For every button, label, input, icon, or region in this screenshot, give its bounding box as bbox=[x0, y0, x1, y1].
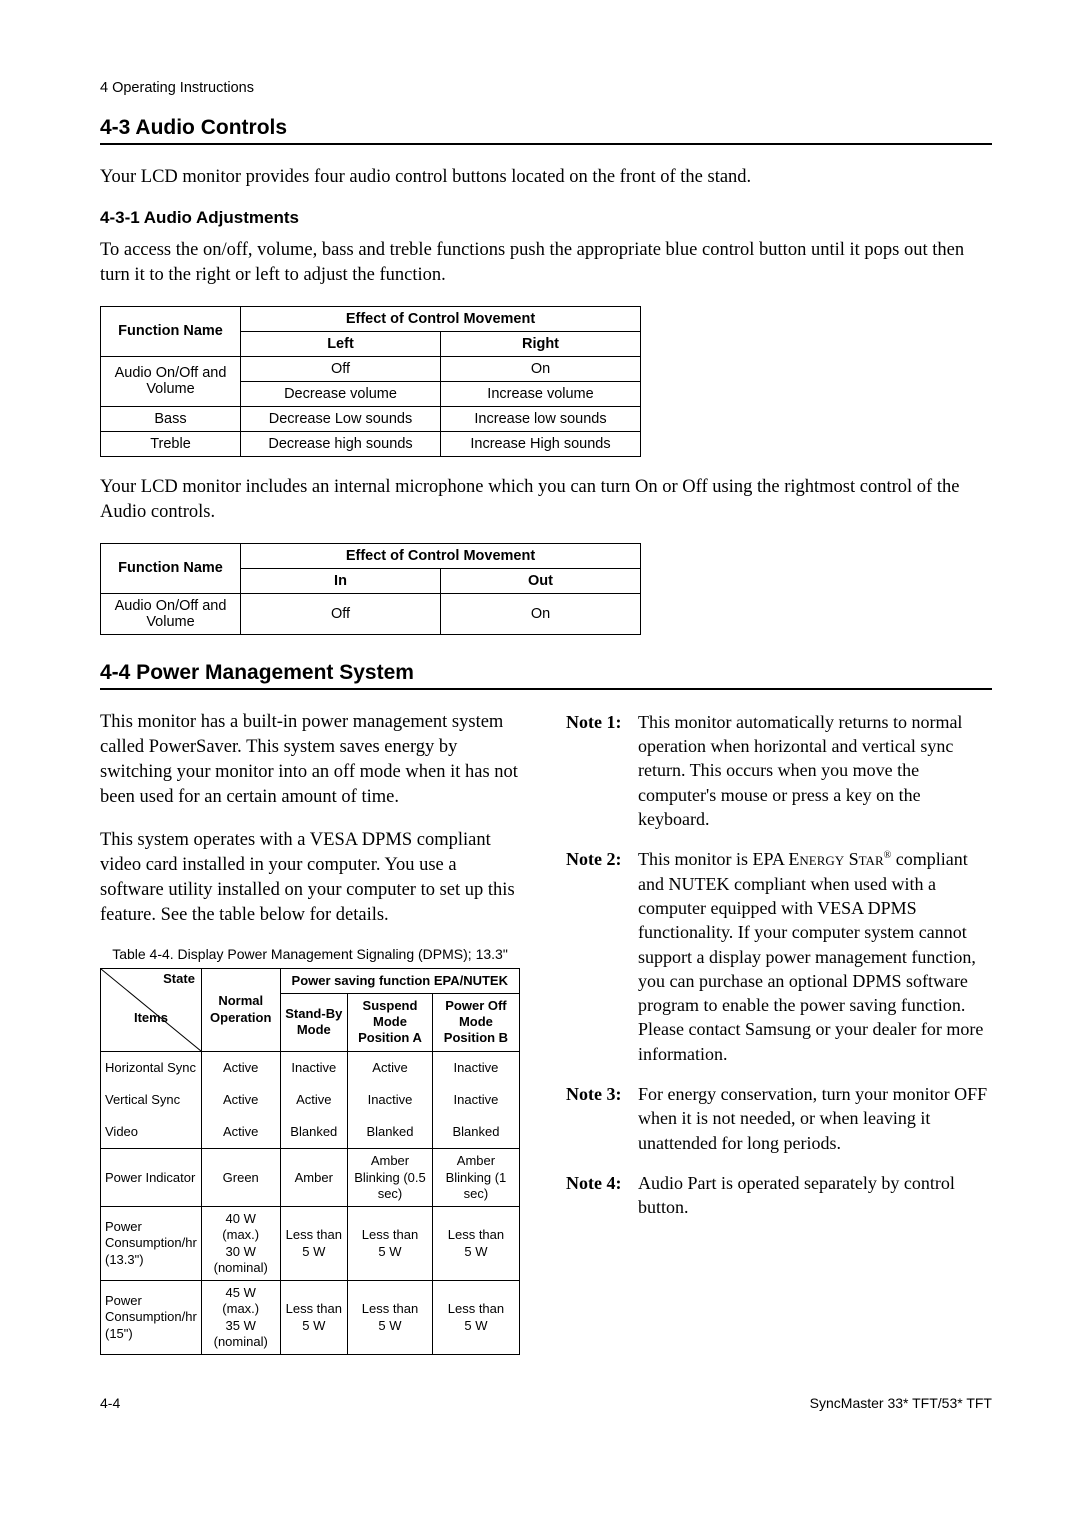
th-standby: Stand-By Mode bbox=[280, 993, 348, 1051]
dpms-cell: Blanked bbox=[280, 1116, 348, 1149]
running-header: 4 Operating Instructions bbox=[100, 80, 992, 96]
left-column: This monitor has a built-in power manage… bbox=[100, 710, 520, 1355]
footer-left: 4-4 bbox=[100, 1395, 120, 1411]
dpms-cell: Active bbox=[348, 1051, 433, 1084]
footer: 4-4 SyncMaster 33* TFT/53* TFT bbox=[100, 1395, 992, 1411]
dpms-cell: Less than5 W bbox=[348, 1207, 433, 1281]
th-function: Function Name bbox=[101, 543, 241, 593]
sec44-p1: This monitor has a built-in power manage… bbox=[100, 710, 520, 810]
dpms-table: State Items Normal Operation Power savin… bbox=[100, 968, 520, 1356]
page: 4 Operating Instructions 4-3 Audio Contr… bbox=[0, 0, 1080, 1528]
th-left: Left bbox=[241, 331, 441, 356]
audio-adjust-table: Function Name Effect of Control Movement… bbox=[100, 306, 641, 457]
dpms-item: Horizontal Sync bbox=[101, 1051, 202, 1084]
th-effect: Effect of Control Movement bbox=[241, 543, 641, 568]
note-text: This monitor automatically returns to no… bbox=[638, 710, 992, 831]
dpms-cell: Active bbox=[201, 1084, 280, 1116]
note-text: For energy conservation, turn your monit… bbox=[638, 1082, 992, 1155]
energy-star: Energy Star bbox=[788, 849, 883, 869]
cell-left: Decrease volume bbox=[241, 381, 441, 406]
note-text: Audio Part is operated separately by con… bbox=[638, 1171, 992, 1220]
dpms-cell: Blanked bbox=[348, 1116, 433, 1149]
footer-right: SyncMaster 33* TFT/53* TFT bbox=[810, 1395, 992, 1411]
dpms-cell: Less than5 W bbox=[280, 1207, 348, 1281]
dpms-cell: Inactive bbox=[348, 1084, 433, 1116]
cell-fn: Audio On/Off and Volume bbox=[101, 593, 241, 634]
th-saving: Power saving function EPA/NUTEK bbox=[280, 968, 519, 993]
cell-fn: Audio On/Off and Volume bbox=[101, 356, 241, 406]
cell-in: Off bbox=[241, 593, 441, 634]
dpms-cell: Inactive bbox=[432, 1051, 519, 1084]
rule bbox=[100, 688, 992, 690]
sec431-heading: 4-3-1 Audio Adjustments bbox=[100, 208, 992, 228]
th-off: Power Off Mode Position B bbox=[432, 993, 519, 1051]
dpms-cell: 45 W (max.)35 W(nominal) bbox=[201, 1281, 280, 1355]
dpms-cell: Inactive bbox=[432, 1084, 519, 1116]
note-4: Note 4: Audio Part is operated separatel… bbox=[566, 1171, 992, 1220]
th-normal: Normal Operation bbox=[201, 968, 280, 1051]
cell-left: Decrease high sounds bbox=[241, 431, 441, 456]
dpms-caption: Table 4-4. Display Power Management Sign… bbox=[100, 946, 520, 962]
dpms-cell: Green bbox=[201, 1149, 280, 1207]
note-label: Note 2: bbox=[566, 847, 638, 1066]
dpms-cell: 40 W (max.)30 W(nominal) bbox=[201, 1207, 280, 1281]
dpms-cell: Active bbox=[201, 1116, 280, 1149]
th-function: Function Name bbox=[101, 306, 241, 356]
sec43-intro: Your LCD monitor provides four audio con… bbox=[100, 165, 992, 190]
right-column: Note 1: This monitor automatically retur… bbox=[566, 710, 992, 1236]
sec44-p2: This system operates with a VESA DPMS co… bbox=[100, 828, 520, 928]
section-4-3-title: 4-3 Audio Controls bbox=[100, 116, 992, 140]
dpms-cell: Inactive bbox=[280, 1051, 348, 1084]
cell-fn: Treble bbox=[101, 431, 241, 456]
th-right: Right bbox=[441, 331, 641, 356]
dpms-item: Power Consumption/hr (13.3") bbox=[101, 1207, 202, 1281]
cell-right: Increase High sounds bbox=[441, 431, 641, 456]
mic-table: Function Name Effect of Control Movement… bbox=[100, 543, 641, 635]
dpms-cell: Less than5 W bbox=[432, 1207, 519, 1281]
note-3: Note 3: For energy conservation, turn yo… bbox=[566, 1082, 992, 1155]
dpms-cell: Blanked bbox=[432, 1116, 519, 1149]
note-2: Note 2: This monitor is EPA Energy Star®… bbox=[566, 847, 992, 1066]
cell-right: Increase low sounds bbox=[441, 406, 641, 431]
cell-left: Decrease Low sounds bbox=[241, 406, 441, 431]
th-diag: State Items bbox=[101, 968, 202, 1051]
dpms-item: Power Indicator bbox=[101, 1149, 202, 1207]
cell-left: Off bbox=[241, 356, 441, 381]
dpms-cell: AmberBlinking (0.5 sec) bbox=[348, 1149, 433, 1207]
dpms-item: Power Consumption/hr (15") bbox=[101, 1281, 202, 1355]
dpms-item: Video bbox=[101, 1116, 202, 1149]
th-out: Out bbox=[441, 568, 641, 593]
dpms-cell: AmberBlinking (1 sec) bbox=[432, 1149, 519, 1207]
two-column: This monitor has a built-in power manage… bbox=[100, 710, 992, 1355]
section-4-4-title: 4-4 Power Management System bbox=[100, 661, 992, 685]
rule bbox=[100, 143, 992, 145]
cell-fn: Bass bbox=[101, 406, 241, 431]
cell-right: On bbox=[441, 356, 641, 381]
note-label: Note 1: bbox=[566, 710, 638, 831]
dpms-item: Vertical Sync bbox=[101, 1084, 202, 1116]
mic-text: Your LCD monitor includes an internal mi… bbox=[100, 475, 992, 525]
note-label: Note 3: bbox=[566, 1082, 638, 1155]
cell-out: On bbox=[441, 593, 641, 634]
dpms-cell: Less than5 W bbox=[432, 1281, 519, 1355]
sec431-text: To access the on/off, volume, bass and t… bbox=[100, 238, 992, 288]
th-in: In bbox=[241, 568, 441, 593]
note-text: This monitor is EPA Energy Star® complia… bbox=[638, 847, 992, 1066]
note-1: Note 1: This monitor automatically retur… bbox=[566, 710, 992, 831]
dpms-cell: Less than5 W bbox=[348, 1281, 433, 1355]
th-suspend: Suspend Mode Position A bbox=[348, 993, 433, 1051]
cell-right: Increase volume bbox=[441, 381, 641, 406]
th-effect: Effect of Control Movement bbox=[241, 306, 641, 331]
dpms-cell: Active bbox=[280, 1084, 348, 1116]
note-label: Note 4: bbox=[566, 1171, 638, 1220]
dpms-cell: Amber bbox=[280, 1149, 348, 1207]
dpms-cell: Active bbox=[201, 1051, 280, 1084]
dpms-cell: Less than5 W bbox=[280, 1281, 348, 1355]
